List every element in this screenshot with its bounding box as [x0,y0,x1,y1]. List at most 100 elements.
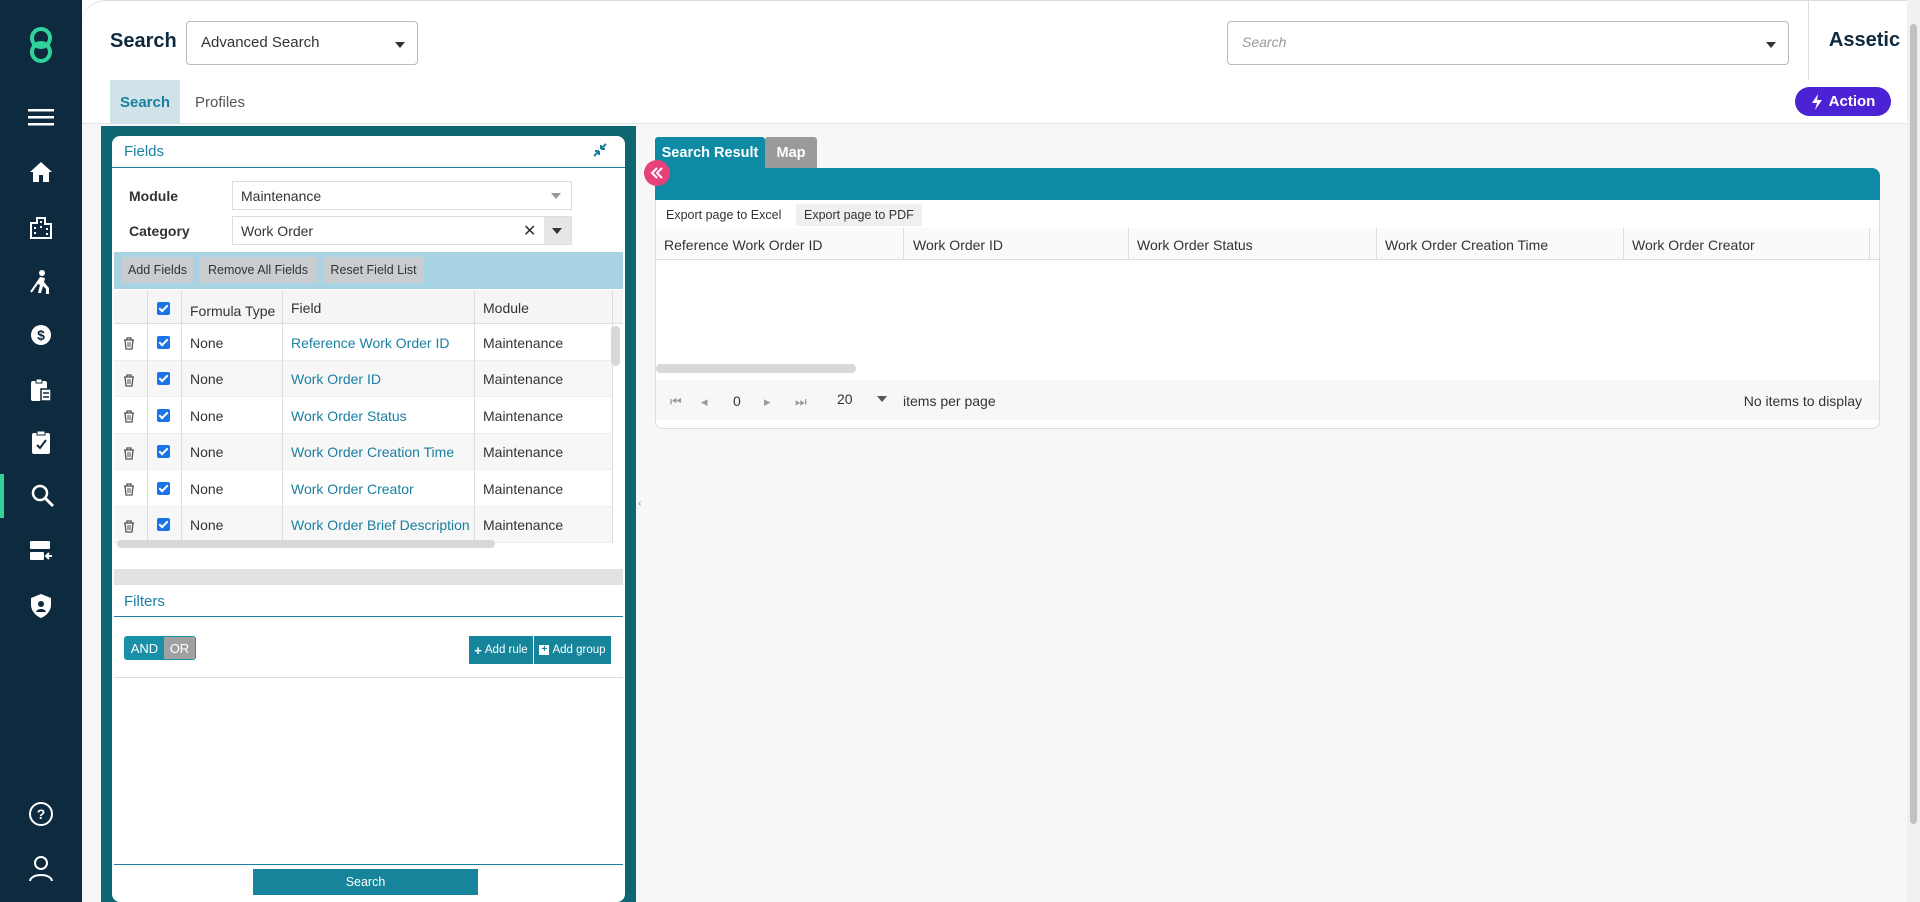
clipboard-icon[interactable] [0,368,82,412]
section-divider [114,569,623,585]
help-icon[interactable]: ? [0,792,82,836]
column-field[interactable]: Field [291,300,321,316]
sidebar: $ ? [0,0,82,902]
column-header[interactable]: Work Order Status [1137,237,1253,253]
global-search-placeholder: Search [1242,34,1287,50]
export-excel-button[interactable]: Export page to Excel [658,204,789,226]
column-module[interactable]: Module [483,300,529,316]
shield-icon[interactable] [0,584,82,628]
search-icon[interactable] [0,474,82,518]
export-pdf-button[interactable]: Export page to PDF [796,204,922,226]
task-icon[interactable] [0,420,82,464]
page-size-value: 20 [837,391,853,407]
first-page-icon[interactable]: ⏮ [670,394,682,410]
search-button[interactable]: Search [253,869,478,895]
next-page-icon[interactable]: ▸ [764,394,771,410]
category-dropdown-button[interactable] [544,217,571,244]
column-header[interactable]: Reference Work Order ID [664,237,822,253]
add-rule-button[interactable]: + Add rule [469,636,533,664]
home-icon[interactable] [0,150,82,194]
condition-toggle: AND OR [124,636,196,660]
trash-icon[interactable] [123,374,135,387]
global-search-input[interactable]: Search [1227,21,1789,65]
server-icon[interactable] [0,529,82,573]
or-button[interactable]: OR [163,637,195,659]
search-mode-value: Advanced Search [201,34,320,51]
row-field-link[interactable]: Work Order Creator [291,481,414,497]
row-field-link[interactable]: Work Order Creation Time [291,444,454,460]
add-fields-button[interactable]: Add Fields [122,257,193,283]
trash-icon[interactable] [123,520,135,533]
row-checkbox[interactable] [157,336,170,349]
select-all-checkbox[interactable] [157,302,170,315]
clear-icon[interactable]: ✕ [523,221,536,241]
page-scrollbar[interactable] [1907,0,1920,902]
row-checkbox[interactable] [157,409,170,422]
module-select[interactable]: Maintenance [232,181,572,210]
horizontal-scrollbar[interactable] [656,364,856,373]
row-checkbox[interactable] [157,518,170,531]
module-value: Maintenance [241,188,322,204]
reset-field-list-button[interactable]: Reset Field List [323,257,424,283]
column-divider [147,290,148,543]
row-checkbox[interactable] [157,445,170,458]
resize-handle[interactable]: ‹ [638,498,641,509]
column-header[interactable]: Work Order Creator [1632,237,1755,253]
row-module: Maintenance [483,335,564,351]
row-formula-type: None [190,408,224,424]
sub-navigation [82,80,1920,124]
column-divider [1376,228,1377,260]
trash-icon[interactable] [123,410,135,423]
remove-all-fields-button[interactable]: Remove All Fields [199,257,317,283]
column-divider [1869,228,1870,260]
search-mode-select[interactable]: Advanced Search [186,21,418,65]
action-button[interactable]: Action [1795,87,1891,116]
finance-icon[interactable]: $ [0,313,82,357]
plus-icon: + [474,642,482,658]
and-button[interactable]: AND [125,637,164,659]
horizontal-scrollbar[interactable] [117,540,495,548]
category-select[interactable]: Work Order ✕ [232,216,572,245]
column-header[interactable]: Work Order Creation Time [1385,237,1548,253]
tab-profiles[interactable]: Profiles [186,80,254,124]
plus-square-icon: + [539,645,550,655]
page-title: Search [110,30,177,52]
add-rule-label: Add rule [484,644,528,656]
page-size-select[interactable]: 20 [829,387,889,413]
row-field-link[interactable]: Reference Work Order ID [291,335,449,351]
tab-map[interactable]: Map [765,137,817,168]
tab-search[interactable]: Search [110,80,180,124]
add-group-button[interactable]: + Add group [534,636,611,664]
trash-icon[interactable] [123,483,135,496]
category-label: Category [129,223,190,239]
column-formula-type[interactable]: Formula Type [190,303,275,319]
trash-icon[interactable] [123,447,135,460]
divider [114,864,623,865]
svg-text:?: ? [37,806,46,822]
tab-search-result[interactable]: Search Result [655,137,765,168]
result-header-bar [655,168,1880,200]
row-formula-type: None [190,517,224,533]
double-chevron-left-icon[interactable] [644,160,670,186]
scrollbar-thumb[interactable] [1910,24,1917,824]
trash-icon[interactable] [123,337,135,350]
worker-icon[interactable] [0,260,82,304]
vertical-scrollbar[interactable] [611,326,620,366]
row-checkbox[interactable] [157,482,170,495]
buildings-icon[interactable] [0,205,82,249]
column-divider [1128,228,1129,260]
chevron-down-icon [1766,42,1776,48]
row-checkbox[interactable] [157,372,170,385]
divider [114,677,623,678]
last-page-icon[interactable]: ⏭ [795,394,807,410]
fields-title: Fields [124,143,165,160]
collapse-icon[interactable] [592,142,608,161]
row-field-link[interactable]: Work Order Status [291,408,407,424]
menu-icon[interactable] [0,95,82,139]
row-field-link[interactable]: Work Order Brief Description [291,517,470,533]
logo-icon[interactable] [0,20,82,70]
user-icon[interactable] [0,846,82,890]
row-field-link[interactable]: Work Order ID [291,371,381,387]
column-header[interactable]: Work Order ID [913,237,1003,253]
prev-page-icon[interactable]: ◂ [701,394,708,410]
